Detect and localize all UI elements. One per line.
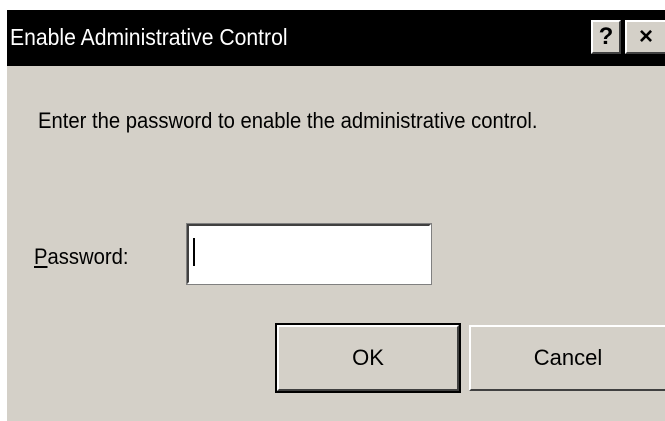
password-label-rest: assword:: [47, 244, 129, 269]
enable-admin-control-dialog: Enable Administrative Control ? × Enter …: [7, 10, 665, 421]
close-button[interactable]: ×: [625, 20, 665, 54]
dialog-message: Enter the password to enable the adminis…: [38, 108, 538, 133]
password-label-mnemonic: P: [34, 244, 48, 269]
cancel-button[interactable]: Cancel: [469, 325, 665, 391]
password-input[interactable]: [186, 223, 432, 285]
dialog-title: Enable Administrative Control: [10, 24, 288, 50]
help-button[interactable]: ?: [591, 20, 621, 54]
text-caret: [193, 238, 195, 266]
ok-button[interactable]: OK: [275, 323, 461, 393]
title-bar[interactable]: Enable Administrative Control ? ×: [7, 10, 665, 66]
password-label: Password:: [34, 242, 129, 272]
